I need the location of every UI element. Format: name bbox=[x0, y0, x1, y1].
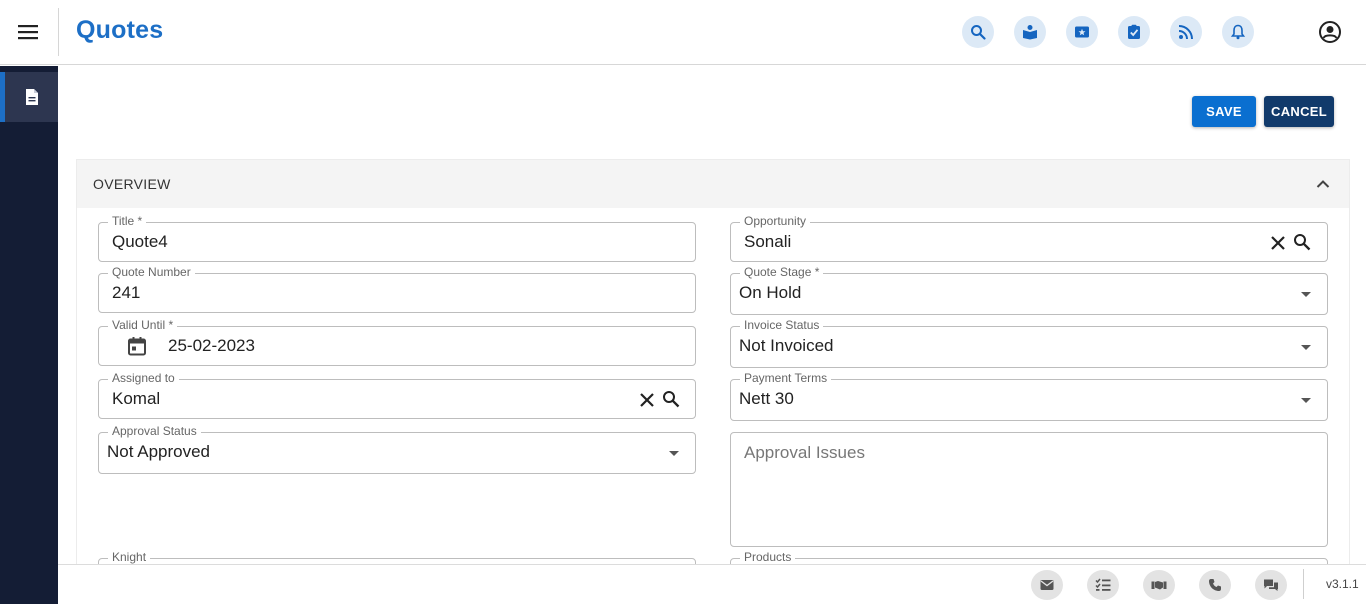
valid-until-label: Valid Until * bbox=[108, 318, 178, 332]
document-icon bbox=[25, 89, 38, 105]
title-field[interactable]: Title * Quote4 bbox=[98, 214, 696, 262]
chat-icon[interactable] bbox=[1255, 570, 1287, 600]
invoice-status-value: Not Invoiced bbox=[739, 336, 834, 355]
save-button[interactable]: SAVE bbox=[1192, 96, 1256, 127]
chevron-down-icon[interactable] bbox=[1301, 292, 1311, 297]
footer-divider bbox=[1303, 569, 1304, 599]
chevron-down-icon[interactable] bbox=[1301, 398, 1311, 403]
user-profile-icon[interactable] bbox=[1316, 18, 1344, 46]
valid-until-value: 25-02-2023 bbox=[168, 336, 255, 355]
quick-actions bbox=[1031, 570, 1287, 600]
quote-stage-select[interactable]: Quote Stage * On Hold bbox=[730, 265, 1328, 315]
quote-number-label: Quote Number bbox=[108, 265, 195, 279]
title-value: Quote4 bbox=[112, 232, 168, 251]
header-actions bbox=[962, 16, 1254, 48]
tickets-icon[interactable] bbox=[1066, 16, 1098, 48]
opportunity-value: Sonali bbox=[744, 232, 792, 251]
opportunity-field[interactable]: Opportunity Sonali bbox=[730, 214, 1328, 262]
title-label: Title * bbox=[108, 214, 147, 228]
overview-panel: OVERVIEW Title * Quote4 Quote Number 241… bbox=[76, 159, 1350, 598]
payment-terms-label: Payment Terms bbox=[740, 371, 832, 385]
invoice-status-select[interactable]: Invoice Status Not Invoiced bbox=[730, 318, 1328, 368]
email-icon[interactable] bbox=[1031, 570, 1063, 600]
version-label: v3.1.1 bbox=[1326, 577, 1359, 591]
chevron-down-icon[interactable] bbox=[669, 451, 679, 456]
search-icon[interactable] bbox=[1293, 233, 1311, 251]
knight-label: Knight bbox=[108, 550, 151, 564]
invoice-status-label: Invoice Status bbox=[740, 318, 824, 332]
approval-status-value: Not Approved bbox=[107, 442, 211, 461]
phone-icon[interactable] bbox=[1199, 570, 1231, 600]
valid-until-field[interactable]: Valid Until * 25-02-2023 bbox=[98, 318, 696, 366]
assigned-to-value: Komal bbox=[112, 389, 161, 408]
quote-stage-value: On Hold bbox=[739, 283, 802, 302]
quote-stage-label: Quote Stage * bbox=[740, 265, 824, 279]
approval-issues-textarea[interactable]: Approval Issues bbox=[730, 432, 1328, 547]
quote-number-value: 241 bbox=[112, 283, 141, 302]
notifications-icon[interactable] bbox=[1222, 16, 1254, 48]
payment-terms-select[interactable]: Payment Terms Nett 30 bbox=[730, 371, 1328, 421]
clear-icon[interactable] bbox=[638, 391, 656, 409]
top-bar: Quotes bbox=[0, 0, 1366, 65]
panel-title: OVERVIEW bbox=[93, 176, 171, 192]
overview-header[interactable]: OVERVIEW bbox=[77, 160, 1349, 208]
tasks-icon[interactable] bbox=[1118, 16, 1150, 48]
approval-status-select[interactable]: Approval Status Not Approved bbox=[98, 424, 696, 474]
products-label: Products bbox=[740, 550, 796, 564]
assigned-to-label: Assigned to bbox=[108, 371, 179, 385]
page-title: Quotes bbox=[76, 16, 164, 44]
hamburger-menu-icon[interactable] bbox=[14, 20, 42, 44]
chevron-up-icon[interactable] bbox=[1315, 176, 1331, 192]
approval-issues-placeholder: Approval Issues bbox=[744, 443, 865, 462]
header-divider bbox=[58, 8, 59, 56]
bottom-bar: v3.1.1 bbox=[58, 564, 1366, 604]
cancel-button[interactable]: CANCEL bbox=[1264, 96, 1334, 127]
sidebar bbox=[0, 66, 58, 604]
search-icon[interactable] bbox=[962, 16, 994, 48]
meeting-icon[interactable] bbox=[1143, 570, 1175, 600]
payment-terms-value: Nett 30 bbox=[739, 389, 794, 408]
chevron-down-icon[interactable] bbox=[1301, 345, 1311, 350]
checklist-icon[interactable] bbox=[1087, 570, 1119, 600]
approval-status-label: Approval Status bbox=[108, 424, 201, 438]
calendar-icon[interactable] bbox=[127, 336, 147, 356]
quote-number-field[interactable]: Quote Number 241 bbox=[98, 265, 696, 313]
search-icon[interactable] bbox=[662, 390, 680, 408]
feed-icon[interactable] bbox=[1170, 16, 1202, 48]
opportunity-label: Opportunity bbox=[740, 214, 811, 228]
knowledge-icon[interactable] bbox=[1014, 16, 1046, 48]
assigned-to-field[interactable]: Assigned to Komal bbox=[98, 371, 696, 419]
clear-icon[interactable] bbox=[1269, 234, 1287, 252]
sidebar-item-quotes[interactable] bbox=[0, 72, 58, 122]
